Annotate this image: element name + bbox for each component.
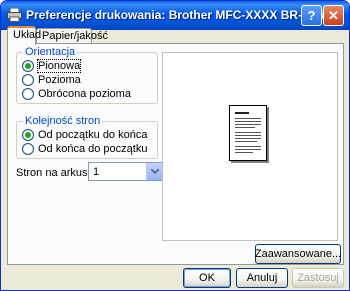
apply-button[interactable]: Zastosuj — [292, 268, 344, 288]
help-icon: ? — [307, 8, 316, 23]
radio-back-to-front[interactable]: Od końca do początku — [22, 143, 147, 155]
radio-label: Od początku do końca — [38, 129, 148, 141]
chevron-down-icon[interactable] — [146, 163, 162, 180]
close-button[interactable]: ✕ — [323, 5, 344, 26]
ok-button[interactable]: OK — [183, 268, 231, 288]
help-button[interactable]: ? — [301, 5, 322, 26]
page-order-legend: Kolejność stron — [23, 115, 103, 127]
page-order-group: Kolejność stron Od początku do końca Od … — [16, 115, 158, 159]
radio-label: Pionowa — [36, 59, 82, 73]
orientation-group: Orientacja Pionowa Pozioma Obrócona pozi… — [16, 46, 158, 104]
radio-landscape[interactable]: Pozioma — [22, 74, 81, 86]
advanced-button[interactable]: Zaawansowane... — [255, 244, 341, 264]
radio-front-to-back[interactable]: Od początku do końca — [22, 129, 147, 141]
pages-per-sheet-value: 1 — [93, 166, 100, 178]
cancel-button[interactable]: Anuluj — [236, 268, 288, 288]
radio-label: Obrócona pozioma — [38, 88, 131, 100]
window-title: Preferencje drukowania: Brother MFC-XXXX… — [26, 8, 343, 22]
radio-rotated-landscape[interactable]: Obrócona pozioma — [22, 88, 131, 100]
title-bar[interactable]: Preferencje drukowania: Brother MFC-XXXX… — [1, 1, 349, 30]
page-preview-icon — [229, 105, 267, 161]
orientation-legend: Orientacja — [23, 46, 78, 58]
tab-layout[interactable]: Układ — [7, 26, 41, 45]
radio-indicator[interactable] — [22, 129, 34, 141]
radio-indicator[interactable] — [22, 60, 34, 72]
radio-indicator[interactable] — [22, 88, 34, 100]
radio-label: Pozioma — [38, 74, 81, 86]
radio-indicator[interactable] — [22, 74, 34, 86]
print-preferences-dialog: Preferencje drukowania: Brother MFC-XXXX… — [0, 0, 350, 291]
radio-portrait[interactable]: Pionowa — [22, 59, 82, 73]
tab-panel-layout: Orientacja Pionowa Pozioma Obrócona pozi… — [7, 43, 344, 265]
pages-per-sheet-label: Stron na arkusz: — [16, 167, 97, 179]
pages-per-sheet-select[interactable]: 1 — [88, 162, 163, 181]
tab-paper-quality[interactable]: Papier/jakość — [36, 28, 108, 44]
layout-preview — [162, 52, 338, 241]
close-icon: ✕ — [328, 7, 339, 23]
printer-icon — [7, 8, 22, 22]
radio-indicator[interactable] — [22, 143, 34, 155]
radio-label: Od końca do początku — [38, 143, 148, 155]
